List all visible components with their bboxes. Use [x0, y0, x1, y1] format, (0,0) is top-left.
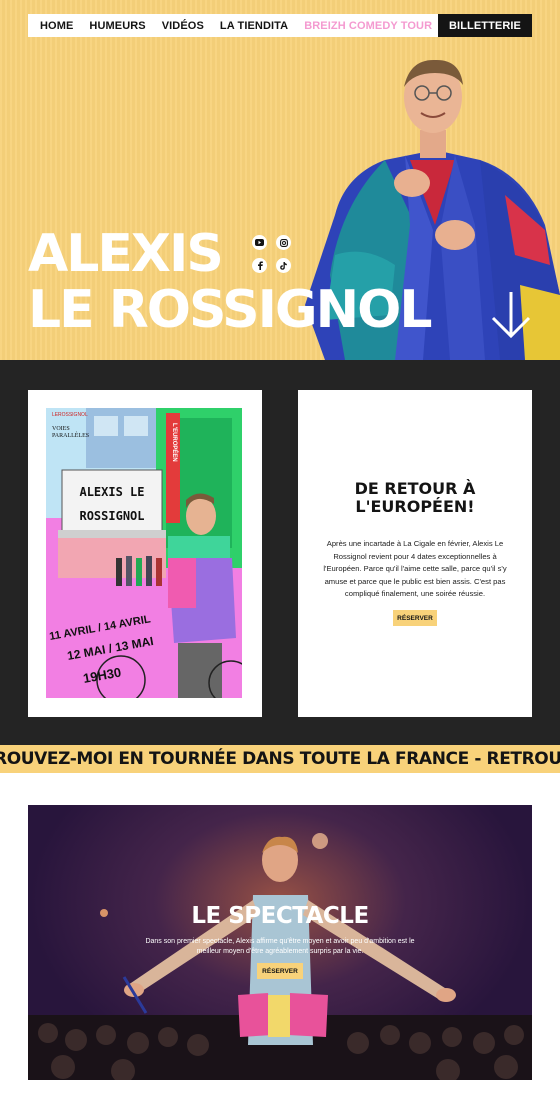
facebook-icon[interactable]: [252, 258, 267, 273]
spectacle-section: LE SPECTACLE Dans son premier spectacle,…: [28, 805, 532, 1080]
poster-marquee-line2: ROSSIGNOL: [79, 509, 144, 523]
poster-card: ALEXIS LE ROSSIGNOL LE ROSSIGNOL VOIES P…: [28, 390, 262, 717]
instagram-icon[interactable]: [276, 235, 291, 250]
poster-logo-line4: PARALLÈLES: [52, 431, 89, 439]
nav-humeurs[interactable]: HUMEURS: [89, 20, 145, 32]
poster-logo-line3: VOIES: [52, 426, 70, 432]
spectacle-reserver-button[interactable]: RÉSERVER: [257, 963, 303, 979]
tiktok-icon[interactable]: [276, 258, 291, 273]
poster-logo-line2: ROSSIGNOL: [58, 412, 88, 418]
info-card: DE RETOUR À L'EUROPÉEN! Après une incart…: [298, 390, 532, 717]
hero-title-last-name: LE ROSSIGNOL: [28, 280, 432, 340]
show-poster-illustration[interactable]: ALEXIS LE ROSSIGNOL LE ROSSIGNOL VOIES P…: [46, 408, 242, 698]
hero-title-first-name: ALEXIS: [28, 224, 224, 284]
tour-ticker-banner: ROUVEZ-MOI EN TOURNÉE DANS TOUTE LA FRAN…: [0, 745, 560, 773]
ticker-text: ROUVEZ-MOI EN TOURNÉE DANS TOUTE LA FRAN…: [0, 749, 560, 769]
hero-section: HOME HUMEURS VIDÉOS LA TIENDITA BREIZH C…: [0, 0, 560, 360]
nav-la-tiendita[interactable]: LA TIENDITA: [220, 20, 288, 32]
main-nav: HOME HUMEURS VIDÉOS LA TIENDITA BREIZH C…: [28, 14, 532, 37]
event-section: ALEXIS LE ROSSIGNOL LE ROSSIGNOL VOIES P…: [0, 360, 560, 745]
hero-title: ALEXIS LE ROSSIGNOL: [28, 224, 432, 340]
poster-marquee-line1: ALEXIS LE: [79, 485, 144, 499]
nav-videos[interactable]: VIDÉOS: [162, 20, 204, 32]
nav-breizh-comedy-tour[interactable]: BREIZH COMEDY TOUR: [304, 20, 432, 32]
reserver-button[interactable]: RÉSERVER: [393, 610, 437, 626]
spectacle-title: LE SPECTACLE: [191, 903, 369, 929]
info-title: DE RETOUR À L'EUROPÉEN!: [298, 480, 532, 516]
youtube-icon[interactable]: [252, 235, 267, 250]
info-title-line1: DE RETOUR À: [354, 479, 476, 498]
social-links: [252, 235, 292, 275]
spectacle-description: Dans son premier spectacle, Alexis affir…: [145, 938, 415, 955]
poster-artwork: ALEXIS LE ROSSIGNOL LE ROSSIGNOL VOIES P…: [46, 408, 242, 698]
poster-sign: L'EUROPÉEN: [171, 423, 179, 462]
nav-home[interactable]: HOME: [40, 20, 73, 32]
info-title-line2: L'EUROPÉEN!: [355, 497, 475, 516]
billetterie-button[interactable]: BILLETTERIE: [438, 14, 532, 37]
scroll-down-arrow-icon[interactable]: [490, 290, 532, 340]
info-description: Après une incartade à La Cigale en févri…: [323, 539, 507, 599]
